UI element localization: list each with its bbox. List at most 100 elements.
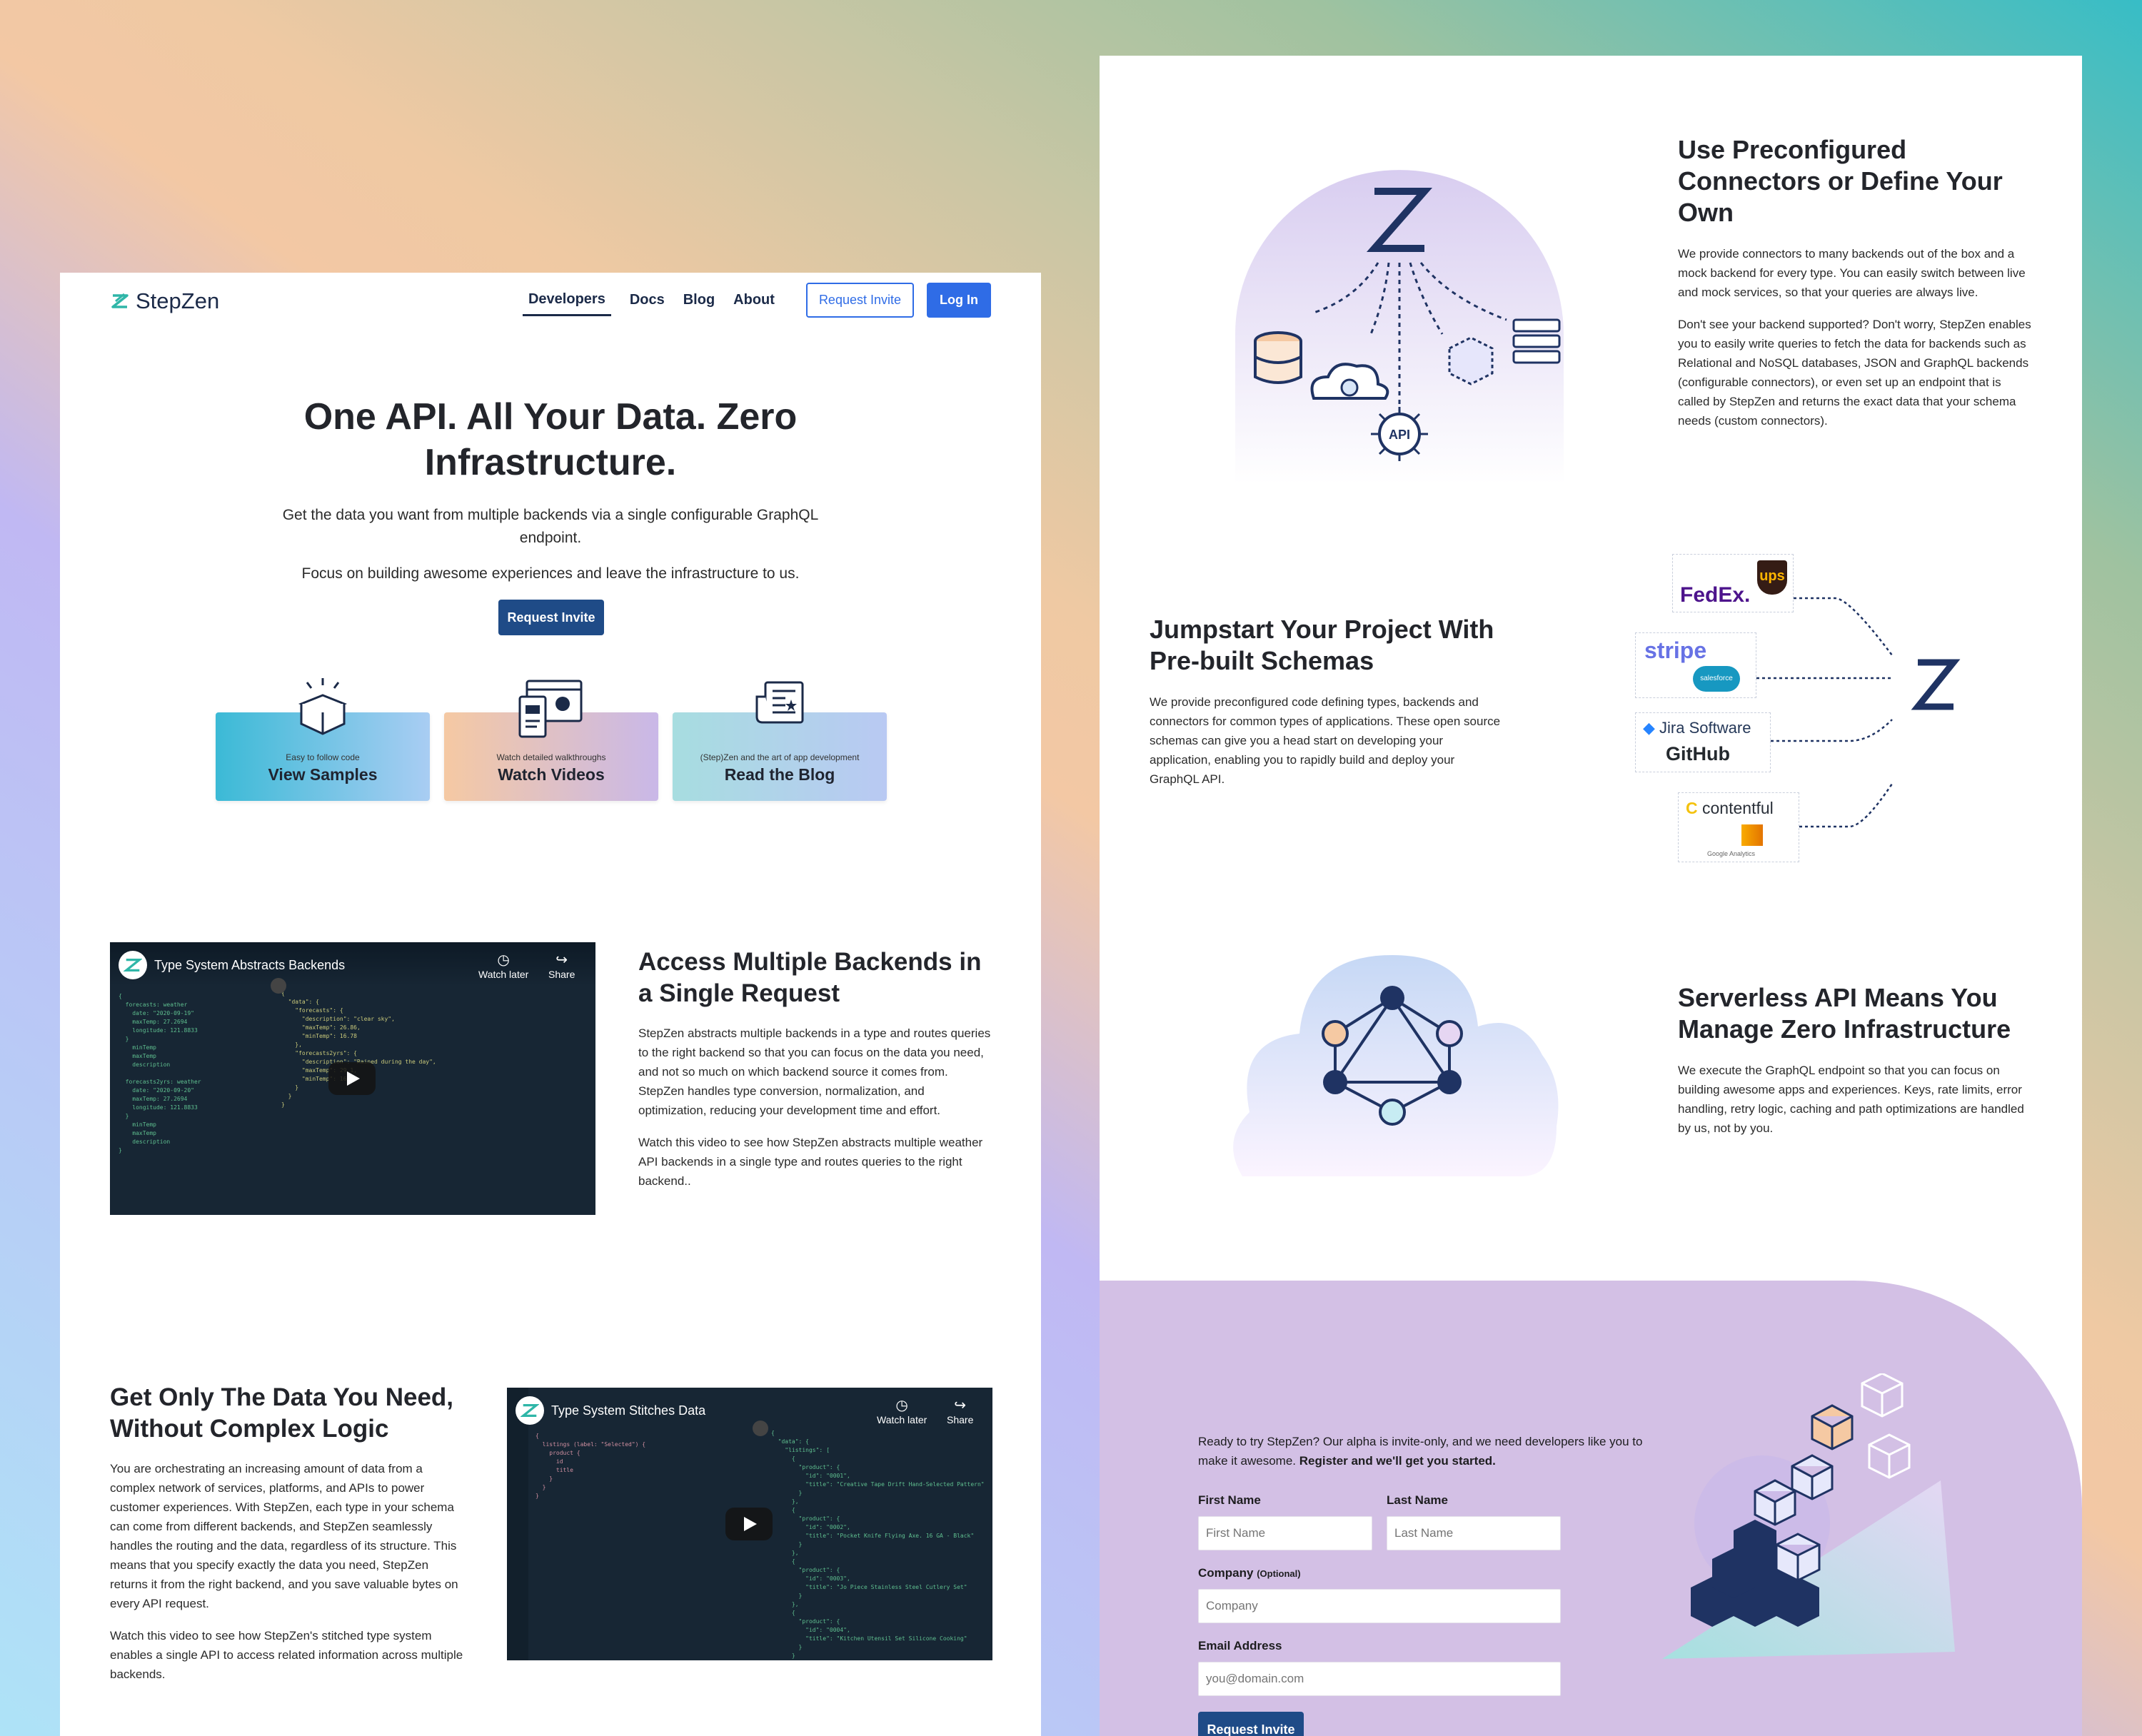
video-title[interactable]: Type System Abstracts Backends [154, 958, 345, 973]
run-query-icon[interactable] [753, 1420, 768, 1436]
first-name-input[interactable] [1198, 1516, 1372, 1550]
share-button[interactable]: ↪ Share [548, 951, 575, 980]
run-query-icon[interactable] [271, 978, 286, 994]
section-title: Serverless API Means You Manage Zero Inf… [1678, 983, 2011, 1044]
card-watch-videos[interactable]: Watch detailed walkthroughs Watch Videos [444, 680, 658, 801]
signup-request-invite-button[interactable]: Request Invite [1198, 1712, 1304, 1736]
section-paragraph: We execute the GraphQL endpoint so that … [1678, 1064, 2024, 1135]
nav-link-about[interactable]: About [733, 285, 775, 316]
company-input[interactable] [1198, 1589, 1561, 1623]
api-hub-icon: API [1371, 407, 1428, 461]
nav-request-invite-button[interactable]: Request Invite [805, 283, 915, 318]
card-small-text: (Step)Zen and the art of app development [700, 752, 860, 762]
card-view-samples[interactable]: Easy to follow code View Samples [216, 678, 430, 801]
company-optional-label: (Optional) [1257, 1568, 1301, 1579]
code-panel-left: { forecasts: weather date: "2020-09-19" … [119, 993, 201, 1154]
section-paragraph: We provide connectors to many backends o… [1678, 247, 2026, 299]
editor-gutter [507, 1388, 528, 1660]
card-title: View Samples [268, 765, 378, 784]
open-box-icon [298, 678, 348, 735]
hero-subtitle-text: Get the data you want from multiple back… [282, 507, 819, 546]
graph-node-icon [1322, 1020, 1349, 1047]
card-small-text: Watch detailed walkthroughs [496, 752, 606, 762]
code-panel-right: { "data": { "listings": [ { "product": {… [771, 1430, 985, 1659]
cubes-illustration [1662, 1373, 1955, 1659]
watch-later-label: Watch later [478, 969, 529, 980]
nav-link-docs[interactable]: Docs [630, 285, 665, 316]
video-play-button[interactable] [725, 1508, 773, 1540]
graph-node-icon [1436, 1020, 1463, 1047]
video-player-stitches[interactable]: Type System Stitches Data ◷ Watch later ↪… [507, 1388, 992, 1660]
section-paragraph: StepZen abstracts multiple backends in a… [638, 1026, 991, 1117]
section-title: Use Preconfigured Connectors or Define Y… [1678, 135, 2003, 227]
share-label: Share [548, 969, 575, 980]
schema-logos-illustration: FedEx. ups stripe salesforce ◆ Jira Soft… [1635, 548, 1978, 869]
hero-request-invite-button[interactable]: Request Invite [498, 600, 604, 635]
channel-avatar[interactable] [516, 1396, 544, 1425]
graph-node-icon [1379, 1099, 1406, 1126]
database-icon [1254, 331, 1302, 384]
landing-page-right: API Use Preconfigured Connectors or Defi… [1100, 56, 2082, 1736]
api-label: API [1389, 428, 1410, 442]
serverless-cloud-illustration [1233, 955, 1559, 1176]
section-connectors: Use Preconfigured Connectors or Define Y… [1678, 134, 2035, 443]
connector-lines [1756, 597, 1961, 828]
section-paragraph: Don't see your backend supported? Don't … [1678, 318, 2031, 428]
nav-link-blog[interactable]: Blog [683, 285, 715, 316]
server-rack-icon [1512, 318, 1561, 364]
section-only-data: Get Only The Data You Need, Without Comp… [110, 1382, 467, 1697]
video-window-icon [518, 680, 583, 738]
card-title: Watch Videos [498, 765, 605, 784]
hero-subtitle: Get the data you want from multiple back… [60, 504, 1041, 550]
stepzen-logo-icon [1911, 659, 1961, 710]
share-icon: ↪ [954, 1398, 967, 1413]
video-title[interactable]: Type System Stitches Data [551, 1403, 705, 1418]
share-button[interactable]: ↪ Share [947, 1396, 973, 1425]
top-nav: Developers Docs Blog About Request Invit… [504, 283, 991, 318]
nav-link-developers[interactable]: Developers [522, 284, 611, 316]
hero-subtitle-2: Focus on building awesome experiences an… [301, 565, 800, 582]
code-panel-left: { listings (label: "Selected") { product… [536, 1433, 646, 1499]
last-name-label: Last Name [1387, 1493, 1448, 1507]
section-title: Jumpstart Your Project With Pre-built Sc… [1150, 615, 1494, 675]
share-icon: ↪ [555, 952, 568, 968]
signup-intro: Ready to try StepZen? Our alpha is invit… [1198, 1432, 1652, 1470]
channel-avatar[interactable] [119, 951, 147, 979]
section-title: Get Only The Data You Need, Without Comp… [110, 1383, 454, 1443]
clock-icon: ◷ [497, 952, 510, 968]
brand-logo[interactable]: StepZen [110, 288, 219, 314]
section-title: Access Multiple Backends in a Single Req… [638, 948, 982, 1007]
graph-node-icon [1437, 1070, 1462, 1094]
section-paragraph: You are orchestrating an increasing amou… [110, 1462, 458, 1610]
email-input[interactable] [1198, 1662, 1561, 1696]
stepzen-logo-icon [124, 958, 142, 972]
card-read-blog[interactable]: (Step)Zen and the art of app development… [673, 681, 887, 801]
company-label-text: Company [1198, 1566, 1254, 1580]
hero-title: One API. All Your Data. Zero Infrastruct… [60, 394, 1041, 485]
company-label: Company (Optional) [1198, 1566, 1301, 1580]
hero-title-text: One API. All Your Data. Zero Infrastruct… [303, 396, 798, 483]
graph-node-icon [1323, 1070, 1347, 1094]
section-access-backends: Access Multiple Backends in a Single Req… [638, 947, 995, 1203]
section-paragraph: We provide preconfigured code defining t… [1150, 695, 1501, 786]
brand-name: StepZen [136, 288, 220, 313]
nav-login-button[interactable]: Log In [927, 283, 991, 318]
share-label: Share [947, 1414, 974, 1425]
video-play-button[interactable] [328, 1062, 376, 1095]
stepzen-logo-icon [111, 293, 129, 308]
last-name-input[interactable] [1387, 1516, 1561, 1550]
graph-node-icon [1380, 986, 1404, 1010]
email-label: Email Address [1198, 1639, 1282, 1652]
video-player-abstracts[interactable]: Type System Abstracts Backends ◷ Watch la… [110, 942, 595, 1215]
card-small-text: Easy to follow code [286, 752, 360, 762]
signup-section: Ready to try StepZen? Our alpha is invit… [1100, 1281, 2082, 1736]
section-paragraph: Watch this video to see how StepZen's st… [110, 1629, 463, 1681]
connectors-illustration: API [1235, 170, 1564, 484]
stepzen-logo-icon [521, 1403, 539, 1418]
first-name-label: First Name [1198, 1493, 1261, 1507]
watch-later-button[interactable]: ◷ Watch later [877, 1396, 927, 1425]
watch-later-button[interactable]: ◷ Watch later [478, 951, 528, 980]
newspaper-icon [755, 681, 804, 724]
clock-icon: ◷ [895, 1398, 908, 1413]
section-serverless: Serverless API Means You Manage Zero Inf… [1678, 982, 2035, 1151]
